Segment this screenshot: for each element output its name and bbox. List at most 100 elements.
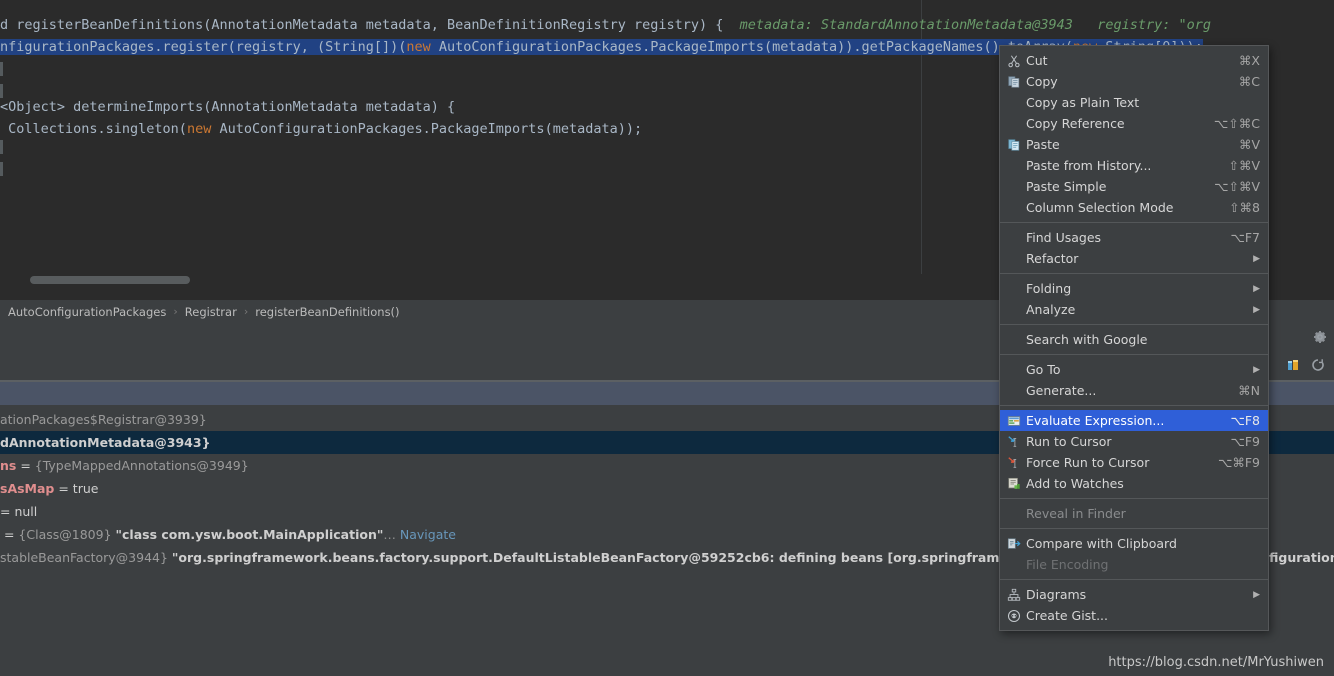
menu-item-label: Run to Cursor [1026, 434, 1216, 449]
menu-item-label: Cut [1026, 53, 1225, 68]
code-line: d registerBeanDefinitions(AnnotationMeta… [0, 14, 1211, 36]
variable-text: sAsMap [0, 481, 54, 496]
menu-item-label: Find Usages [1026, 230, 1216, 245]
evaluate-expression-icon [1004, 413, 1024, 429]
menu-item-go-to[interactable]: Go To ▶ [1000, 359, 1268, 380]
watermark-url: https://blog.csdn.net/MrYushiwen [1108, 655, 1324, 670]
menu-icon-none [1004, 332, 1024, 348]
menu-item-label: Add to Watches [1026, 476, 1260, 491]
restore-layout-icon[interactable] [1310, 357, 1326, 373]
menu-item-label: Diagrams [1026, 587, 1238, 602]
menu-item-label: Folding [1026, 281, 1238, 296]
variable-text: = [16, 458, 34, 473]
editor-context-menu[interactable]: Cut ⌘X Copy ⌘C Copy as Plain Text Copy Refere… [999, 45, 1269, 631]
code-line: <Object> determineImports(AnnotationMeta… [0, 96, 455, 118]
menu-item-evaluate-expression[interactable]: Evaluate Expression... ⌥F8 [1000, 410, 1268, 431]
code-token: d registerBeanDefinitions(AnnotationMeta… [0, 17, 732, 33]
menu-item-label: Reveal in Finder [1026, 506, 1260, 521]
menu-icon-none [1004, 230, 1024, 246]
menu-item-shortcut: ⌥⇧⌘C [1214, 116, 1260, 131]
gear-icon[interactable] [1312, 329, 1328, 345]
menu-icon-none [1004, 281, 1024, 297]
menu-item-shortcut: ⌘V [1239, 137, 1260, 152]
breadcrumb-item-0[interactable]: AutoConfigurationPackages [6, 305, 168, 319]
menu-item-generate[interactable]: Generate... ⌘N [1000, 380, 1268, 401]
menu-item-label: Copy as Plain Text [1026, 95, 1260, 110]
menu-item-refactor[interactable]: Refactor▶ [1000, 248, 1268, 269]
code-token: new [187, 121, 211, 137]
chevron-right-icon: ▶ [1248, 365, 1260, 375]
menu-item-copy-reference[interactable]: Copy Reference⌥⇧⌘C [1000, 113, 1268, 134]
code-fold-marker[interactable] [0, 140, 3, 154]
paste-icon [1004, 137, 1024, 153]
menu-separator [1000, 405, 1268, 406]
menu-item-cut[interactable]: Cut ⌘X [1000, 50, 1268, 71]
diagrams-icon [1004, 587, 1024, 603]
menu-item-shortcut: ⌘C [1239, 74, 1260, 89]
menu-item-column-selection-mode[interactable]: Column Selection Mode ⇧⌘8 [1000, 197, 1268, 218]
menu-item-paste-simple[interactable]: Paste Simple⌥⇧⌘V [1000, 176, 1268, 197]
menu-item-label: Search with Google [1026, 332, 1260, 347]
menu-icon-none [1004, 506, 1024, 522]
menu-item-label: Create Gist... [1026, 608, 1260, 623]
menu-icon-none [1004, 362, 1024, 378]
variable-text: = true [54, 481, 98, 496]
gist-icon [1004, 608, 1024, 624]
breadcrumb-item-1[interactable]: Registrar [183, 305, 239, 319]
breadcrumb-item-2[interactable]: registerBeanDefinitions() [253, 305, 401, 319]
menu-item-shortcut: ⇧⌘8 [1229, 200, 1260, 215]
menu-item-label: Generate... [1026, 383, 1224, 398]
menu-item-add-to-watches[interactable]: Add to Watches [1000, 473, 1268, 494]
menu-item-shortcut: ⌥F8 [1230, 413, 1260, 428]
menu-item-shortcut: ⌘N [1238, 383, 1260, 398]
menu-item-shortcut: ⌘X [1239, 53, 1260, 68]
menu-item-label: Compare with Clipboard [1026, 536, 1260, 551]
menu-item-label: Copy [1026, 74, 1225, 89]
menu-item-shortcut: ⌥F7 [1230, 230, 1260, 245]
menu-item-label: Go To [1026, 362, 1238, 377]
menu-icon-none [1004, 95, 1024, 111]
menu-item-copy-as-plain-text[interactable]: Copy as Plain Text [1000, 92, 1268, 113]
code-token: Collections.singleton( [0, 121, 187, 137]
variable-text: "class com.ysw.boot.MainApplication" [116, 527, 384, 542]
cut-icon [1004, 53, 1024, 69]
menu-separator [1000, 579, 1268, 580]
menu-item-reveal-in-finder[interactable]: Reveal in Finder [1000, 503, 1268, 524]
mute-breakpoints-icon[interactable] [1286, 357, 1302, 373]
variable-text: {TypeMappedAnnotations@3949} [35, 458, 249, 473]
code-token: <Object> determineImports(AnnotationMeta… [0, 99, 455, 115]
menu-item-paste-from-history[interactable]: Paste from History...⇧⌘V [1000, 155, 1268, 176]
menu-item-compare-with-clipboard[interactable]: Compare with Clipboard [1000, 533, 1268, 554]
code-fold-marker[interactable] [0, 84, 3, 98]
code-token: new [406, 39, 430, 55]
code-fold-marker[interactable] [0, 162, 3, 176]
menu-icon-none [1004, 179, 1024, 195]
menu-item-file-encoding: File Encoding [1000, 554, 1268, 575]
menu-item-search-with-google[interactable]: Search with Google [1000, 329, 1268, 350]
menu-item-paste[interactable]: Paste⌘V [1000, 134, 1268, 155]
menu-item-copy[interactable]: Copy ⌘C [1000, 71, 1268, 92]
menu-icon-none [1004, 158, 1024, 174]
menu-item-diagrams[interactable]: Diagrams▶ [1000, 584, 1268, 605]
variable-text: ationPackages$Registrar@3939} [0, 412, 207, 427]
menu-item-shortcut: ⌥⌘F9 [1218, 455, 1260, 470]
variable-text[interactable]: Navigate [400, 527, 456, 542]
variable-text: ns [0, 458, 16, 473]
variable-text: dAnnotationMetadata@3943} [0, 435, 210, 450]
menu-item-label: Evaluate Expression... [1026, 413, 1216, 428]
menu-separator [1000, 324, 1268, 325]
menu-item-find-usages[interactable]: Find Usages ⌥F7 [1000, 227, 1268, 248]
menu-item-create-gist[interactable]: Create Gist... [1000, 605, 1268, 626]
breadcrumb-separator: › [239, 305, 253, 318]
menu-item-run-to-cursor[interactable]: Run to Cursor⌥F9 [1000, 431, 1268, 452]
force-run-to-cursor-icon [1004, 455, 1024, 471]
editor-scrollbar-thumb[interactable] [30, 276, 190, 284]
menu-item-label: Column Selection Mode [1026, 200, 1215, 215]
variable-text: stableBeanFactory@3944} [0, 550, 172, 565]
code-fold-marker[interactable] [0, 62, 3, 76]
chevron-right-icon: ▶ [1248, 254, 1260, 264]
menu-item-force-run-to-cursor[interactable]: Force Run to Cursor⌥⌘F9 [1000, 452, 1268, 473]
menu-item-analyze[interactable]: Analyze▶ [1000, 299, 1268, 320]
menu-item-shortcut: ⌥⇧⌘V [1214, 179, 1260, 194]
menu-item-folding[interactable]: Folding▶ [1000, 278, 1268, 299]
